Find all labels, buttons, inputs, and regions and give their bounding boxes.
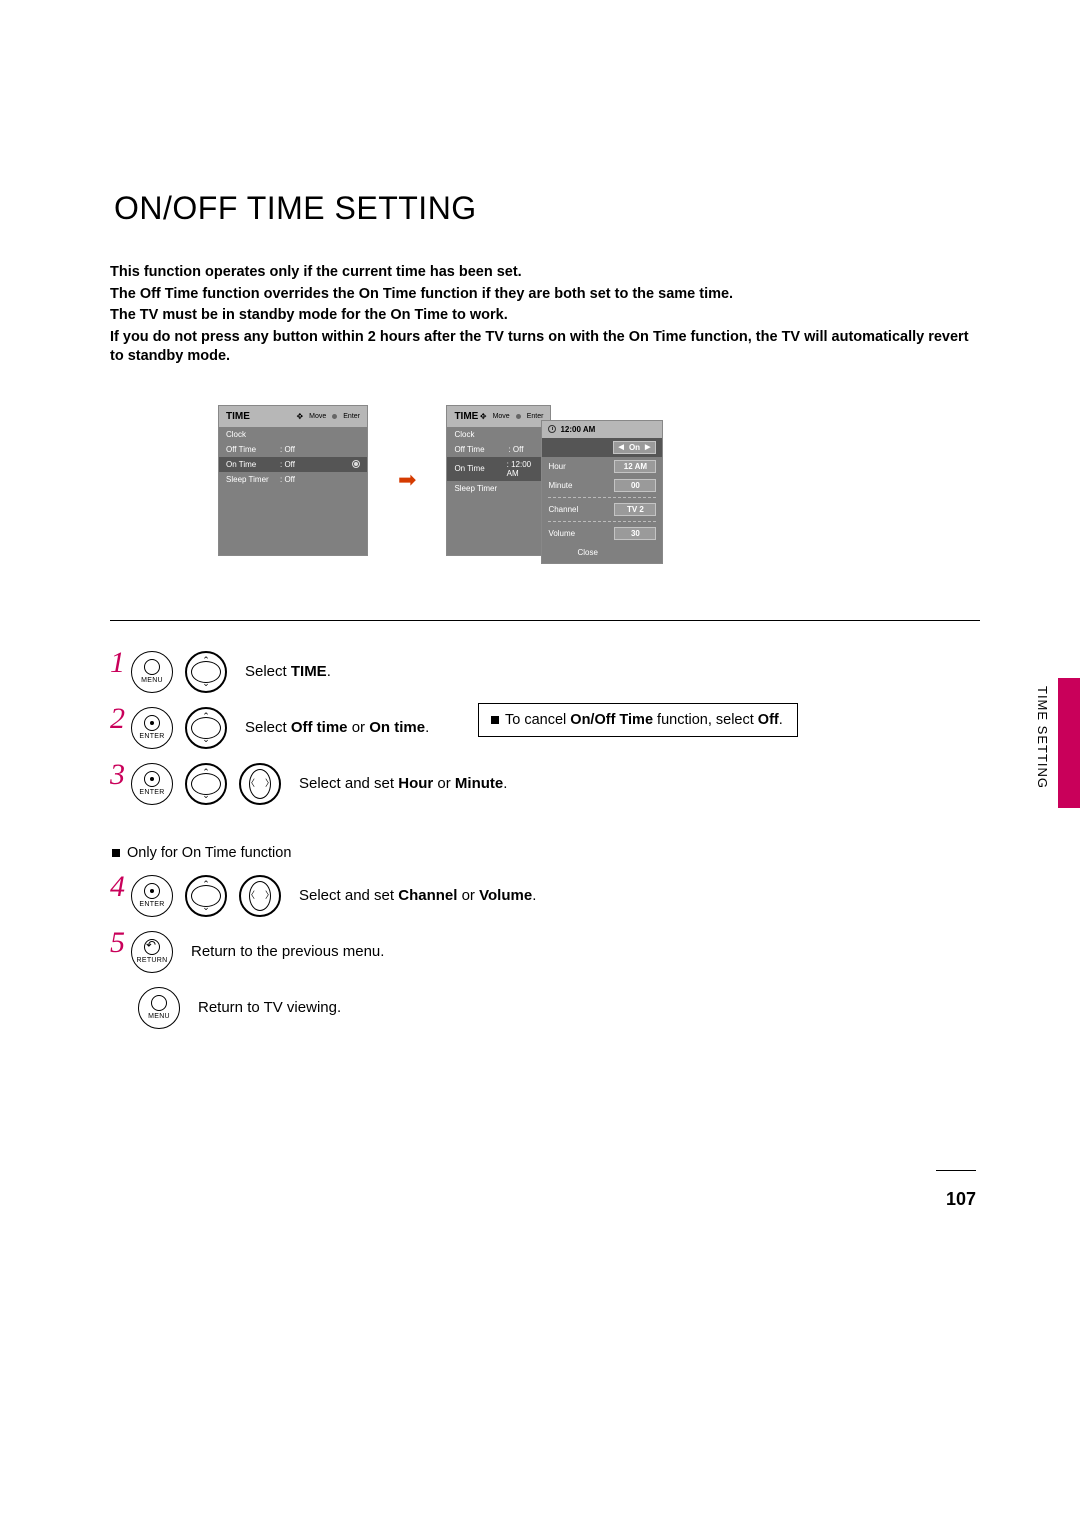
step-number: 1	[110, 648, 125, 678]
osd-row-clock: Clock	[447, 427, 550, 442]
step-6-text: Return to TV viewing.	[198, 999, 341, 1016]
popup-close-button: Close	[577, 548, 627, 557]
intro-line-3: The TV must be in standby mode for the O…	[110, 306, 980, 326]
side-tab	[1058, 678, 1080, 808]
osd-row-ontime-selected: On Time Off	[219, 457, 367, 472]
enter-button-icon: ENTER	[131, 707, 173, 749]
osd-right: TIME ✥ Move Enter Clock Off Time Off	[446, 405, 551, 556]
osd-move-label: Move	[309, 413, 326, 420]
side-tab-label: TIME SETTING	[1035, 686, 1050, 789]
popup-channel-value: TV 2	[614, 503, 656, 516]
menu-button-icon: MENU	[138, 987, 180, 1029]
osd-row-ontime-selected: On Time 12:00 AM	[447, 457, 550, 481]
radio-icon	[352, 460, 360, 468]
osd-enter-label: Enter	[527, 413, 544, 420]
arrow-right-icon: ➡	[398, 467, 416, 493]
return-button-icon: RETURN	[131, 931, 173, 973]
osd-row-clock: Clock	[219, 427, 367, 442]
section-divider	[110, 620, 980, 621]
popup-time-header: 12:00 AM	[542, 421, 662, 438]
step-4: 4 ENTER ⌃⌄ 〈〉 Select and set Channel or …	[110, 875, 980, 917]
ontime-popup: 12:00 AM ◀ On ▶ Hour 12 AM Minute 00	[541, 420, 663, 564]
osd-title: TIME ✥ Move Enter	[447, 406, 550, 427]
osd-move-label: Move	[493, 413, 510, 420]
menu-button-icon: MENU	[131, 651, 173, 693]
clock-icon	[548, 425, 556, 433]
osd-enter-label: Enter	[343, 413, 360, 420]
triangle-left-icon: ◀	[619, 443, 624, 451]
step-number: 5	[110, 928, 125, 958]
bullet-square-icon	[491, 716, 499, 724]
step-number: 3	[110, 760, 125, 790]
popup-hour: Hour 12 AM	[542, 457, 662, 476]
intro-line-1: This function operates only if the curre…	[110, 263, 980, 283]
popup-time-value: 12:00 AM	[560, 425, 595, 434]
dpad-icon: ⌃⌄	[185, 707, 227, 749]
step-5-text: Return to the previous menu.	[191, 943, 384, 960]
enter-button-icon: ENTER	[131, 763, 173, 805]
enter-dot-icon	[332, 414, 337, 419]
move-icon: ✥	[480, 412, 487, 421]
popup-hour-value: 12 AM	[614, 460, 656, 473]
step-number: 2	[110, 704, 125, 734]
osd-row-offtime: Off Time Off	[219, 442, 367, 457]
dpad-icon: ⌃⌄	[185, 763, 227, 805]
step-3: 3 ENTER ⌃⌄ 〈〉 Select and set Hour or Min…	[110, 763, 980, 805]
step-4-text: Select and set Channel or Volume.	[299, 887, 536, 904]
osd-title: TIME ✥ Move Enter	[219, 406, 367, 427]
enter-button-icon: ENTER	[131, 875, 173, 917]
popup-volume-value: 30	[614, 527, 656, 540]
osd-row-sleep: Sleep Timer	[447, 481, 550, 496]
osd-row-offtime: Off Time Off	[447, 442, 550, 457]
page-number: 107	[946, 1189, 976, 1210]
dpad-horizontal-icon: 〈〉	[239, 763, 281, 805]
osd-row-sleep: Sleep Timer Off	[219, 472, 367, 487]
triangle-right-icon: ▶	[645, 443, 650, 451]
intro-line-2: The Off Time function overrides the On T…	[110, 285, 980, 305]
page-heading: ON/OFF TIME SETTING	[114, 190, 980, 227]
step-1-text: Select TIME.	[245, 663, 331, 680]
popup-minute-value: 00	[614, 479, 656, 492]
step-2-text: Select Off time or On time.	[245, 719, 429, 736]
on-time-only-note: Only for On Time function	[112, 845, 980, 861]
enter-dot-icon	[516, 414, 521, 419]
popup-channel: Channel TV 2	[542, 500, 662, 519]
bullet-square-icon	[112, 849, 120, 857]
osd-title-text: TIME	[226, 411, 250, 422]
step-6: MENU Return to TV viewing.	[138, 987, 980, 1029]
popup-minute: Minute 00	[542, 476, 662, 495]
step-5: 5 RETURN Return to the previous menu.	[110, 931, 980, 973]
step-3-text: Select and set Hour or Minute.	[299, 775, 507, 792]
move-icon: ✥	[296, 412, 303, 421]
intro-block: This function operates only if the curre…	[110, 263, 980, 367]
footer-rule	[936, 1170, 976, 1171]
popup-volume: Volume 30	[542, 524, 662, 543]
dpad-icon: ⌃⌄	[185, 875, 227, 917]
popup-close-row: Close	[542, 543, 662, 563]
intro-line-4: If you do not press any button within 2 …	[110, 328, 980, 367]
popup-on-label: On	[629, 443, 640, 452]
osd-left: TIME ✥ Move Enter Clock Off Time Off On …	[218, 405, 368, 556]
dpad-horizontal-icon: 〈〉	[239, 875, 281, 917]
cancel-note: To cancel On/Off Time function, select O…	[478, 703, 798, 737]
popup-on-row: ◀ On ▶	[542, 438, 662, 457]
step-number: 4	[110, 872, 125, 902]
step-1: 1 MENU ⌃⌄ Select TIME.	[110, 651, 980, 693]
dpad-icon: ⌃⌄	[185, 651, 227, 693]
osd-title-text: TIME	[454, 411, 478, 422]
